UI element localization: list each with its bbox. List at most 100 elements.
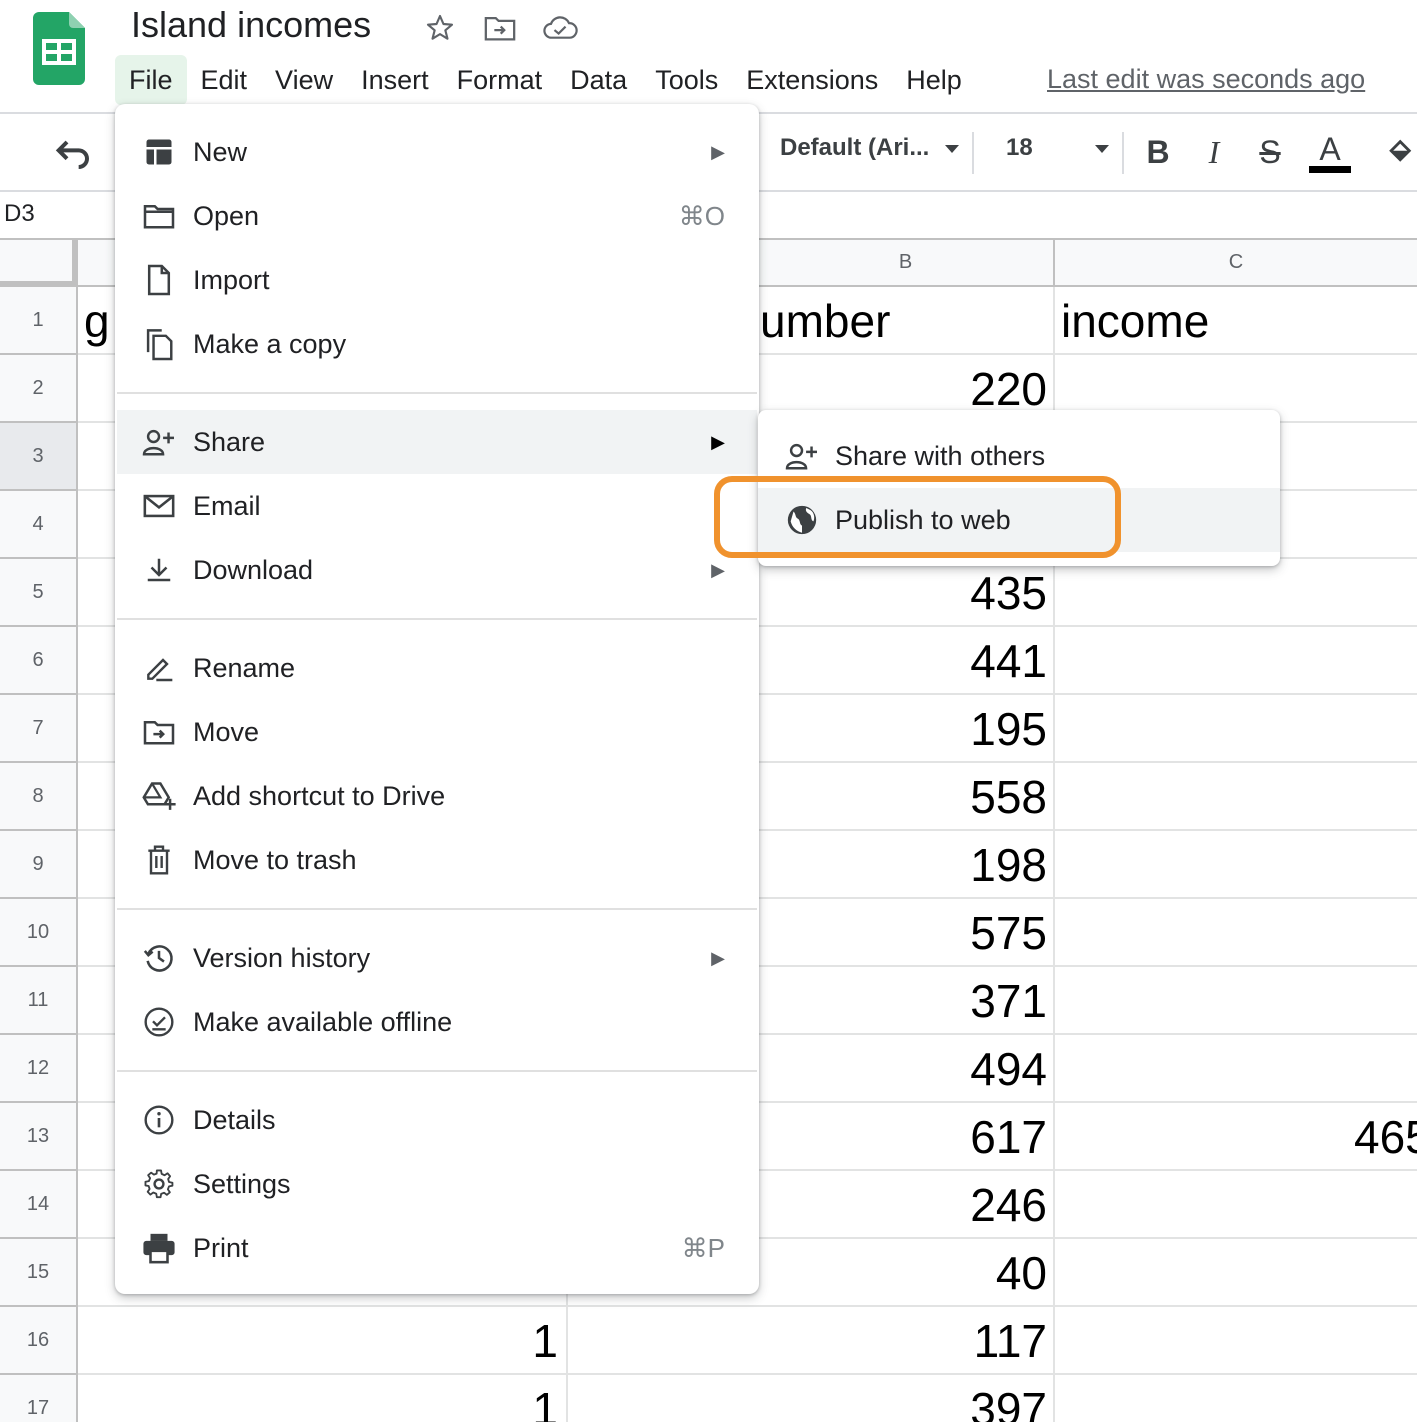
menu-item-details[interactable]: Details	[117, 1088, 757, 1152]
text-color-button[interactable]: A	[1308, 130, 1352, 174]
cloud-saved-icon[interactable]	[540, 8, 580, 48]
row-header-selected[interactable]: 3	[0, 423, 78, 491]
row-header[interactable]: 2	[0, 355, 78, 423]
cell-b10[interactable]: 575	[760, 899, 1047, 967]
menu-item-move[interactable]: Move	[117, 700, 757, 764]
font-family-value: Default (Ari...	[780, 134, 930, 161]
menu-item-trash[interactable]: Move to trash	[117, 828, 757, 892]
menu-item-add-shortcut[interactable]: Add shortcut to Drive	[117, 764, 757, 828]
cell-a1[interactable]: g	[84, 287, 110, 355]
row-header[interactable]: 15	[0, 1239, 78, 1307]
shortcut-label: ⌘O	[678, 200, 725, 231]
last-edit-link[interactable]: Last edit was seconds ago	[1047, 64, 1365, 95]
menu-extensions[interactable]: Extensions	[732, 55, 892, 105]
menu-label: Version history	[193, 942, 371, 973]
cell-b16[interactable]: 117	[760, 1307, 1047, 1375]
menu-item-new[interactable]: New ▶	[117, 120, 757, 184]
move-folder-icon[interactable]	[480, 8, 520, 48]
menu-data[interactable]: Data	[556, 55, 641, 105]
row-header[interactable]: 13	[0, 1103, 78, 1171]
move-folder-icon	[141, 714, 177, 750]
undo-icon[interactable]	[52, 134, 96, 174]
cell-b1[interactable]: umber	[760, 287, 890, 355]
row-header[interactable]: 5	[0, 559, 78, 627]
file-icon	[141, 262, 177, 298]
cell-b11[interactable]: 371	[760, 967, 1047, 1035]
column-header-c[interactable]: C	[1055, 240, 1417, 287]
menu-item-rename[interactable]: Rename	[117, 636, 757, 700]
row-header[interactable]: 11	[0, 967, 78, 1035]
document-title[interactable]: Island incomes	[131, 4, 371, 46]
chevron-down-icon	[1093, 134, 1111, 162]
menu-view[interactable]: View	[261, 55, 347, 105]
cell-a16[interactable]: 1	[300, 1307, 558, 1375]
cell-b13[interactable]: 617	[760, 1103, 1047, 1171]
menu-item-email[interactable]: Email	[117, 474, 757, 538]
cell-b14[interactable]: 246	[760, 1171, 1047, 1239]
menu-edit[interactable]: Edit	[187, 55, 262, 105]
row-header[interactable]: 1	[0, 287, 78, 355]
gear-icon	[141, 1166, 177, 1202]
menu-item-share[interactable]: Share ▶	[117, 410, 757, 474]
toolbar-separator	[1122, 132, 1124, 174]
grid-line	[78, 1373, 1417, 1375]
italic-button[interactable]: I	[1194, 130, 1234, 174]
cell-b7[interactable]: 195	[760, 695, 1047, 763]
add-person-icon	[141, 424, 177, 460]
cell-c1[interactable]: income	[1061, 287, 1209, 355]
font-family-select[interactable]: Default (Ari...	[780, 134, 961, 162]
menu-separator	[117, 392, 757, 394]
row-header[interactable]: 8	[0, 763, 78, 831]
grid-line	[78, 1305, 1417, 1307]
row-header[interactable]: 17	[0, 1375, 78, 1422]
menu-label: New	[193, 136, 248, 167]
row-header[interactable]: 10	[0, 899, 78, 967]
menu-item-offline[interactable]: Make available offline	[117, 990, 757, 1054]
cell-b9[interactable]: 198	[760, 831, 1047, 899]
star-icon[interactable]	[420, 8, 460, 48]
menu-separator	[117, 1070, 757, 1072]
menu-item-open[interactable]: Open ⌘O	[117, 184, 757, 248]
sheets-logo-icon[interactable]	[33, 12, 85, 85]
row-header[interactable]: 12	[0, 1035, 78, 1103]
row-header[interactable]: 6	[0, 627, 78, 695]
menu-insert[interactable]: Insert	[347, 55, 443, 105]
row-header[interactable]: 16	[0, 1307, 78, 1375]
menu-format[interactable]: Format	[443, 55, 557, 105]
menu-label: Make available offline	[193, 1006, 453, 1037]
menu-label: Import	[193, 264, 270, 295]
cell-c13[interactable]: 465	[1354, 1103, 1417, 1171]
offline-check-icon	[141, 1004, 177, 1040]
row-header[interactable]: 14	[0, 1171, 78, 1239]
column-header-b[interactable]: B	[758, 240, 1055, 287]
menu-item-print[interactable]: Print ⌘P	[117, 1216, 757, 1280]
row-header[interactable]: 7	[0, 695, 78, 763]
menu-bar: File Edit View Insert Format Data Tools …	[115, 55, 976, 105]
menu-item-settings[interactable]: Settings	[117, 1152, 757, 1216]
history-icon	[141, 940, 177, 976]
menu-tools[interactable]: Tools	[641, 55, 732, 105]
fill-color-icon[interactable]	[1386, 130, 1417, 174]
menu-item-download[interactable]: Download ▶	[117, 538, 757, 602]
font-size-select[interactable]: 18	[1006, 134, 1111, 162]
row-header[interactable]: 4	[0, 491, 78, 559]
menu-file[interactable]: File	[115, 55, 187, 105]
select-all-corner[interactable]	[0, 240, 78, 287]
menu-help[interactable]: Help	[892, 55, 976, 105]
cell-b12[interactable]: 494	[760, 1035, 1047, 1103]
cell-b8[interactable]: 558	[760, 763, 1047, 831]
cell-b15[interactable]: 40	[760, 1239, 1047, 1307]
cell-b17[interactable]: 397	[760, 1375, 1047, 1422]
menu-item-version-history[interactable]: Version history ▶	[117, 926, 757, 990]
bold-button[interactable]: B	[1138, 130, 1178, 174]
cell-a17[interactable]: 1	[300, 1375, 558, 1422]
cell-b6[interactable]: 441	[760, 627, 1047, 695]
cell-b5[interactable]: 435	[760, 559, 1047, 627]
row-header[interactable]: 9	[0, 831, 78, 899]
menu-item-import[interactable]: Import	[117, 248, 757, 312]
name-box[interactable]: D3	[4, 200, 35, 228]
menu-item-make-copy[interactable]: Make a copy	[117, 312, 757, 376]
add-sheet-icon	[141, 134, 177, 170]
download-icon	[141, 552, 177, 588]
strikethrough-button[interactable]: S	[1250, 130, 1290, 174]
